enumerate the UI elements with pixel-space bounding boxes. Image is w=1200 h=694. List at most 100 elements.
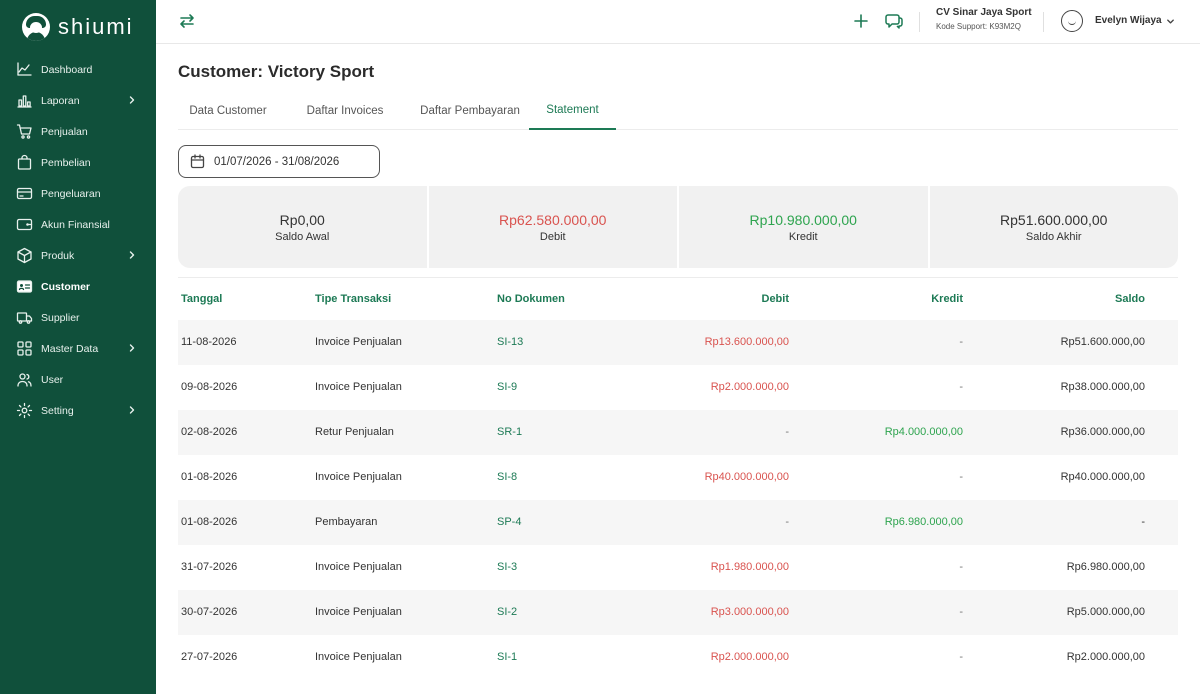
cell-debit: - — [785, 426, 789, 438]
topbar-divider — [919, 12, 920, 32]
tab-statement[interactable]: Statement — [529, 91, 616, 130]
summary-label: Saldo Awal — [275, 230, 330, 243]
sidebar-item-setting[interactable]: Setting — [0, 395, 156, 426]
document-link[interactable]: SI-1 — [497, 651, 517, 663]
date-range-picker[interactable]: 01/07/2026 - 31/08/2026 — [178, 145, 380, 178]
grid-icon — [16, 340, 33, 357]
cell-tipe-transaksi: Invoice Penjualan — [315, 336, 402, 348]
cell-saldo: Rp36.000.000,00 — [1060, 426, 1145, 438]
chat-icon[interactable] — [884, 11, 904, 31]
sidebar-item-label: Setting — [41, 404, 74, 417]
cell-kredit: - — [959, 471, 963, 483]
cell-tanggal: 11-08-2026 — [181, 336, 237, 348]
document-link[interactable]: SP-4 — [497, 516, 521, 528]
document-link[interactable]: SR-1 — [497, 426, 522, 438]
table-row[interactable]: 02-08-2026 Retur Penjualan SR-1 - Rp4.000.00… — [178, 410, 1178, 455]
document-link[interactable]: SI-9 — [497, 381, 517, 393]
cell-tanggal: 02-08-2026 — [181, 426, 238, 438]
bar-chart-icon — [16, 92, 33, 109]
summary-value: Rp0,00 — [279, 211, 325, 228]
cell-tipe-transaksi: Retur Penjualan — [315, 426, 394, 438]
table-row[interactable]: 01-08-2026 Invoice Penjualan SI-8 Rp40.000.… — [178, 455, 1178, 500]
sidebar-item-label: Pengeluaran — [41, 187, 101, 200]
cell-debit: Rp2.000.000,00 — [710, 651, 789, 663]
company-info: CV Sinar Jaya Sport Kode Support: K93M2Q — [936, 7, 1032, 31]
sidebar-item-akun-finansial[interactable]: Akun Finansial — [0, 209, 156, 240]
cell-kredit: - — [959, 381, 963, 393]
sidebar-item-penjualan[interactable]: Penjualan — [0, 116, 156, 147]
table-row[interactable]: 27-07-2026 Invoice Penjualan SI-1 Rp2.000.0… — [178, 635, 1178, 680]
app-logo[interactable]: shiumi — [22, 13, 134, 41]
chart-line-icon — [16, 61, 33, 78]
cell-saldo: Rp6.980.000,00 — [1066, 561, 1145, 573]
cell-kredit: - — [959, 606, 963, 618]
summary-kredit: Rp10.980.000,00 Kredit — [679, 186, 930, 268]
id-card-icon — [16, 278, 33, 295]
cell-saldo: Rp40.000.000,00 — [1060, 471, 1145, 483]
sidebar-item-pengeluaran[interactable]: Pengeluaran — [0, 178, 156, 209]
header-tanggal: Tanggal — [181, 293, 223, 305]
sidebar-item-user[interactable]: User — [0, 364, 156, 395]
summary-value: Rp51.600.000,00 — [1000, 211, 1108, 228]
cell-debit: Rp2.000.000,00 — [710, 381, 789, 393]
app-name: shiumi — [58, 14, 134, 39]
tab-data-customer[interactable]: Data Customer — [178, 91, 278, 130]
sidebar-item-supplier[interactable]: Supplier — [0, 302, 156, 333]
header-debit: Debit — [761, 293, 790, 305]
sidebar-item-label: Produk — [41, 249, 75, 262]
swap-icon[interactable] — [178, 12, 196, 30]
cell-debit: Rp3.000.000,00 — [710, 606, 789, 618]
cart-icon — [16, 123, 33, 140]
sidebar-item-label: Customer — [41, 280, 91, 293]
header-saldo: Saldo — [1115, 293, 1145, 305]
cell-tanggal: 27-07-2026 — [181, 651, 238, 663]
page-title: Customer: Victory Sport — [178, 62, 375, 81]
logo-icon — [22, 13, 50, 41]
summary-label: Saldo Akhir — [1025, 230, 1082, 243]
cell-kredit: Rp6.980.000,00 — [884, 516, 963, 528]
sidebar-item-pembelian[interactable]: Pembelian — [0, 147, 156, 178]
table-body: 11-08-2026 Invoice Penjualan SI-13 Rp13.600… — [178, 320, 1178, 680]
sidebar-item-master-data[interactable]: Master Data — [0, 333, 156, 364]
table-row[interactable]: 31-07-2026 Invoice Penjualan SI-3 Rp1.980.0… — [178, 545, 1178, 590]
table-row[interactable]: 01-08-2026 Pembayaran SP-4 - Rp6.980.000,00 - — [178, 500, 1178, 545]
sidebar-item-label: Master Data — [41, 342, 99, 355]
cell-tipe-transaksi: Invoice Penjualan — [315, 651, 402, 663]
document-link[interactable]: SI-2 — [497, 606, 517, 618]
table-row[interactable]: 30-07-2026 Invoice Penjualan SI-2 Rp3.000.0… — [178, 590, 1178, 635]
company-name: CV Sinar Jaya Sport — [936, 7, 1032, 18]
avatar[interactable] — [1061, 10, 1083, 32]
sidebar-item-label: Supplier — [41, 311, 80, 324]
sidebar-item-dashboard[interactable]: Dashboard — [0, 54, 156, 85]
table-row[interactable]: 11-08-2026 Invoice Penjualan SI-13 Rp13.600… — [178, 320, 1178, 365]
cell-tipe-transaksi: Invoice Penjualan — [315, 606, 402, 618]
tab-daftar-invoices[interactable]: Daftar Invoices — [294, 91, 396, 130]
cell-saldo: Rp2.000.000,00 — [1066, 651, 1145, 663]
sidebar-item-label: Pembelian — [41, 156, 91, 169]
document-link[interactable]: SI-13 — [497, 336, 523, 348]
sidebar-item-produk[interactable]: Produk — [0, 240, 156, 271]
cell-saldo: - — [1141, 516, 1145, 528]
document-link[interactable]: SI-3 — [497, 561, 517, 573]
tab-daftar-pembayaran[interactable]: Daftar Pembayaran — [406, 91, 534, 130]
sidebar-item-customer[interactable]: Customer — [0, 271, 156, 302]
sidebar-item-label: User — [41, 373, 64, 386]
document-link[interactable]: SI-8 — [497, 471, 517, 483]
calendar-icon — [190, 154, 205, 169]
user-name[interactable]: Evelyn Wijaya — [1095, 15, 1162, 26]
summary-panel: Rp0,00 Saldo Awal Rp62.580.000,00 Debit … — [178, 186, 1178, 268]
cell-tipe-transaksi: Invoice Penjualan — [315, 471, 402, 483]
chevron-right-icon — [129, 344, 135, 352]
sidebar-item-laporan[interactable]: Laporan — [0, 85, 156, 116]
cell-saldo: Rp5.000.000,00 — [1066, 606, 1145, 618]
table-row[interactable]: 09-08-2026 Invoice Penjualan SI-9 Rp2.000.0… — [178, 365, 1178, 410]
tab-bar: Data Customer Daftar Invoices Daftar Pem… — [178, 91, 1178, 130]
chevron-down-icon[interactable] — [1165, 16, 1176, 27]
cell-tanggal: 01-08-2026 — [181, 471, 238, 483]
date-range-value: 01/07/2026 - 31/08/2026 — [214, 155, 340, 168]
cell-tanggal: 31-07-2026 — [181, 561, 238, 573]
gear-icon — [16, 402, 33, 419]
shopping-bag-icon — [16, 154, 33, 171]
cell-tanggal: 01-08-2026 — [181, 516, 238, 528]
plus-icon[interactable] — [852, 12, 870, 30]
